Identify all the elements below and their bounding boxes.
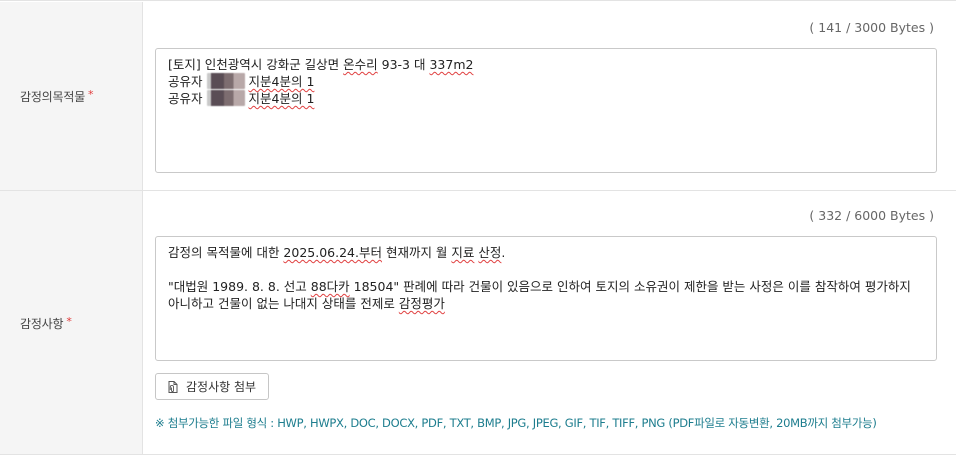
file-attach-icon — [166, 380, 180, 394]
field-cell: ( 332 / 6000 Bytes ) 감정의 목적물에 대한 2025.06… — [144, 191, 956, 454]
required-mark: * — [88, 88, 94, 101]
text-line: 공유자 지분4분의 1 — [168, 73, 315, 89]
text-line: 감정의 목적물에 대한 2025.06.24.부터 현재까지 월 지료 산정. — [168, 245, 506, 260]
label-cell: 감정사항 * — [0, 191, 143, 454]
byte-counter: ( 141 / 3000 Bytes ) — [809, 20, 934, 35]
allowed-file-types-notice: ※ 첨부가능한 파일 형식 : HWP, HWPX, DOC, DOCX, PD… — [155, 416, 877, 430]
appraisal-object-label: 감정의목적물 * — [20, 88, 94, 104]
text-line: 공유자 지분4분의 1 — [168, 90, 315, 106]
text-line: [토지] 인천광역시 강화군 길상면 온수리 93-3 대 337m2 — [168, 57, 474, 72]
form-row-appraisal-object: 감정의목적물 * ( 141 / 3000 Bytes ) [토지] 인천광역시 … — [0, 2, 956, 191]
appraisal-matters-textarea[interactable]: 감정의 목적물에 대한 2025.06.24.부터 현재까지 월 지료 산정. … — [155, 236, 937, 361]
field-cell: ( 141 / 3000 Bytes ) [토지] 인천광역시 강화군 길상면 … — [144, 2, 956, 190]
appraisal-form-table: 감정의목적물 * ( 141 / 3000 Bytes ) [토지] 인천광역시 … — [0, 0, 956, 455]
label-cell: 감정의목적물 * — [0, 2, 143, 190]
appraisal-matters-label: 감정사항 * — [20, 315, 72, 331]
byte-counter: ( 332 / 6000 Bytes ) — [809, 208, 934, 223]
text-line: "대법원 1989. 8. 8. 선고 88다카 18504" 판례에 따라 건… — [168, 279, 911, 294]
text-line: 아니하고 건물이 없는 나대지 상태를 전제로 감정평가 — [168, 296, 445, 311]
required-mark: * — [66, 315, 72, 328]
redacted-name — [206, 90, 245, 106]
appraisal-object-textarea[interactable]: [토지] 인천광역시 강화군 길상면 온수리 93-3 대 337m2 공유자 지… — [155, 48, 937, 173]
attach-button-label: 감정사항 첨부 — [186, 380, 257, 394]
form-row-appraisal-matters: 감정사항 * ( 332 / 6000 Bytes ) 감정의 목적물에 대한 2… — [0, 191, 956, 455]
redacted-name — [206, 73, 245, 89]
attach-appraisal-matters-button[interactable]: 감정사항 첨부 — [155, 373, 270, 400]
